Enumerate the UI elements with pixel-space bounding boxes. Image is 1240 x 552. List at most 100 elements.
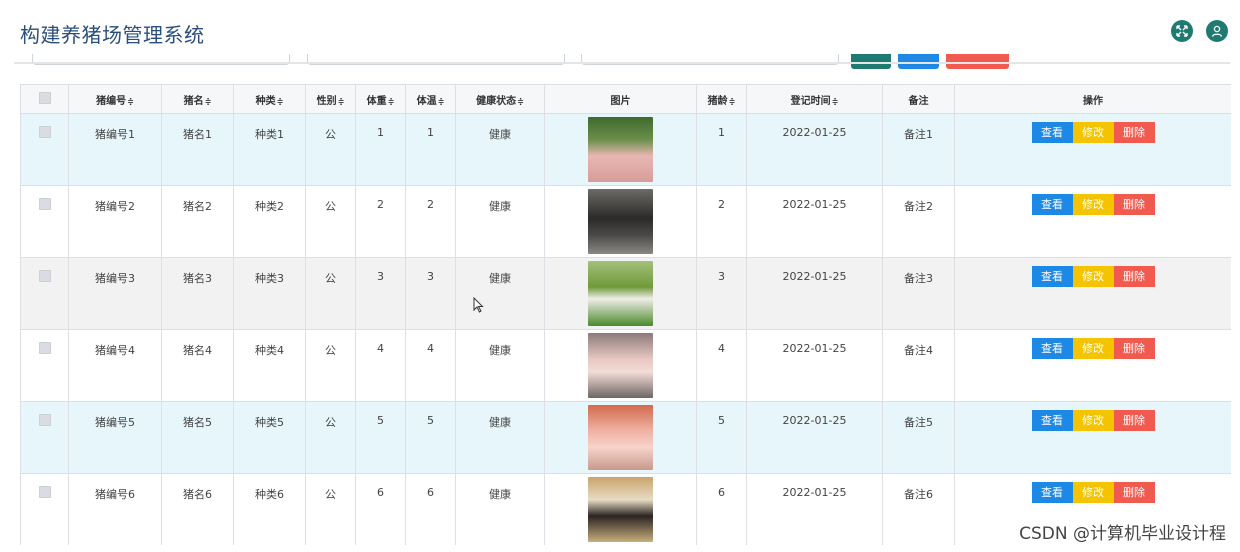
cell-weight: 5 xyxy=(355,401,406,474)
header-label: 登记时间 xyxy=(790,95,831,107)
view-button[interactable]: 查看 xyxy=(1031,122,1073,143)
view-button[interactable]: 查看 xyxy=(1031,338,1073,359)
column-header-health[interactable]: 健康状态≑ xyxy=(455,84,545,114)
edit-button[interactable]: 修改 xyxy=(1072,410,1114,431)
row-select-cell[interactable] xyxy=(20,257,69,330)
cell-breed: 种类4 xyxy=(233,329,306,402)
select-all-header[interactable] xyxy=(20,84,69,114)
pig-photo[interactable] xyxy=(588,189,653,254)
pig-photo[interactable] xyxy=(588,261,653,326)
header-label: 健康状态 xyxy=(476,95,517,107)
column-header-pig-no[interactable]: 猪编号≑ xyxy=(68,84,162,114)
pig-photo[interactable] xyxy=(588,333,653,398)
sort-icon[interactable]: ≑ xyxy=(517,97,524,106)
cell-actions: 查看 修改 删除 xyxy=(954,185,1231,258)
delete-button[interactable]: 删除 xyxy=(1113,122,1155,143)
cell-note: 备注5 xyxy=(882,401,955,474)
column-header-age[interactable]: 猪龄≑ xyxy=(696,84,747,114)
row-select-cell[interactable] xyxy=(20,473,69,545)
cell-temp: 5 xyxy=(405,401,456,474)
cell-reg-time: 2022-01-25 xyxy=(746,329,883,402)
header-label: 备注 xyxy=(908,95,929,107)
edit-button[interactable]: 修改 xyxy=(1072,338,1114,359)
cell-age: 5 xyxy=(696,401,747,474)
sort-icon[interactable]: ≑ xyxy=(338,97,345,106)
view-button[interactable]: 查看 xyxy=(1031,482,1073,503)
cell-breed: 种类3 xyxy=(233,257,306,330)
cell-health: 健康 xyxy=(455,473,545,545)
cell-health: 健康 xyxy=(455,185,545,258)
view-button[interactable]: 查看 xyxy=(1031,410,1073,431)
column-header-temp[interactable]: 体温≑ xyxy=(405,84,456,114)
cell-weight: 4 xyxy=(355,329,406,402)
sort-icon[interactable]: ≑ xyxy=(277,97,284,106)
mouse-cursor-icon xyxy=(473,297,484,313)
cell-image xyxy=(544,113,697,186)
cell-health: 健康 xyxy=(455,257,545,330)
pig-photo[interactable] xyxy=(588,405,653,470)
cell-pig-no: 猪编号2 xyxy=(68,185,162,258)
cell-note: 备注1 xyxy=(882,113,955,186)
cell-health: 健康 xyxy=(455,401,545,474)
cell-reg-time: 2022-01-25 xyxy=(746,401,883,474)
edit-button[interactable]: 修改 xyxy=(1072,122,1114,143)
pig-photo[interactable] xyxy=(588,477,653,542)
expand-icon[interactable] xyxy=(1171,20,1193,42)
view-button[interactable]: 查看 xyxy=(1031,194,1073,215)
row-select-cell[interactable] xyxy=(20,329,69,402)
cell-gender: 公 xyxy=(305,257,356,330)
view-button[interactable]: 查看 xyxy=(1031,266,1073,287)
row-checkbox[interactable] xyxy=(38,342,51,354)
table-row: 猪编号5 猪名5 种类5 公 5 5 健康 5 2022-01-25 备注5 查… xyxy=(20,401,1231,474)
delete-button[interactable]: 删除 xyxy=(1113,194,1155,215)
column-header-reg-time[interactable]: 登记时间≑ xyxy=(746,84,883,114)
sort-icon[interactable]: ≑ xyxy=(438,97,445,106)
edit-button[interactable]: 修改 xyxy=(1072,194,1114,215)
cell-age: 1 xyxy=(696,113,747,186)
cell-temp: 4 xyxy=(405,329,456,402)
sort-icon[interactable]: ≑ xyxy=(832,97,839,106)
header-label: 体温 xyxy=(416,95,437,107)
column-header-weight[interactable]: 体重≑ xyxy=(355,84,406,114)
row-select-cell[interactable] xyxy=(20,113,69,186)
row-checkbox[interactable] xyxy=(38,198,51,210)
row-select-cell[interactable] xyxy=(20,401,69,474)
column-header-gender[interactable]: 性别≑ xyxy=(305,84,356,114)
edit-button[interactable]: 修改 xyxy=(1072,266,1114,287)
sort-icon[interactable]: ≑ xyxy=(127,97,134,106)
cell-image xyxy=(544,257,697,330)
cell-temp: 3 xyxy=(405,257,456,330)
delete-button[interactable]: 删除 xyxy=(1113,410,1155,431)
sort-icon[interactable]: ≑ xyxy=(205,97,212,106)
row-checkbox[interactable] xyxy=(38,414,51,426)
delete-button[interactable]: 删除 xyxy=(1113,482,1155,503)
column-header-breed[interactable]: 种类≑ xyxy=(233,84,306,114)
cell-actions: 查看 修改 删除 xyxy=(954,257,1231,330)
cell-age: 3 xyxy=(696,257,747,330)
sort-icon[interactable]: ≑ xyxy=(729,97,736,106)
edit-button[interactable]: 修改 xyxy=(1072,482,1114,503)
row-checkbox[interactable] xyxy=(38,270,51,282)
delete-button[interactable]: 删除 xyxy=(1113,338,1155,359)
column-header-note: 备注 xyxy=(882,84,955,114)
row-select-cell[interactable] xyxy=(20,185,69,258)
pig-photo[interactable] xyxy=(588,117,653,182)
row-checkbox[interactable] xyxy=(38,126,51,138)
sort-icon[interactable]: ≑ xyxy=(388,97,395,106)
cell-weight: 6 xyxy=(355,473,406,545)
delete-button[interactable]: 删除 xyxy=(1113,266,1155,287)
user-icon[interactable] xyxy=(1206,20,1228,42)
cell-image xyxy=(544,473,697,545)
cell-age: 4 xyxy=(696,329,747,402)
cell-gender: 公 xyxy=(305,185,356,258)
cell-pig-no: 猪编号1 xyxy=(68,113,162,186)
column-header-pig-name[interactable]: 猪名≑ xyxy=(161,84,234,114)
select-all-checkbox[interactable] xyxy=(38,91,51,104)
cell-pig-name: 猪名1 xyxy=(161,113,234,186)
cell-note: 备注2 xyxy=(882,185,955,258)
cell-image xyxy=(544,401,697,474)
row-checkbox[interactable] xyxy=(38,486,51,498)
cell-gender: 公 xyxy=(305,473,356,545)
cell-pig-no: 猪编号3 xyxy=(68,257,162,330)
cell-note: 备注4 xyxy=(882,329,955,402)
